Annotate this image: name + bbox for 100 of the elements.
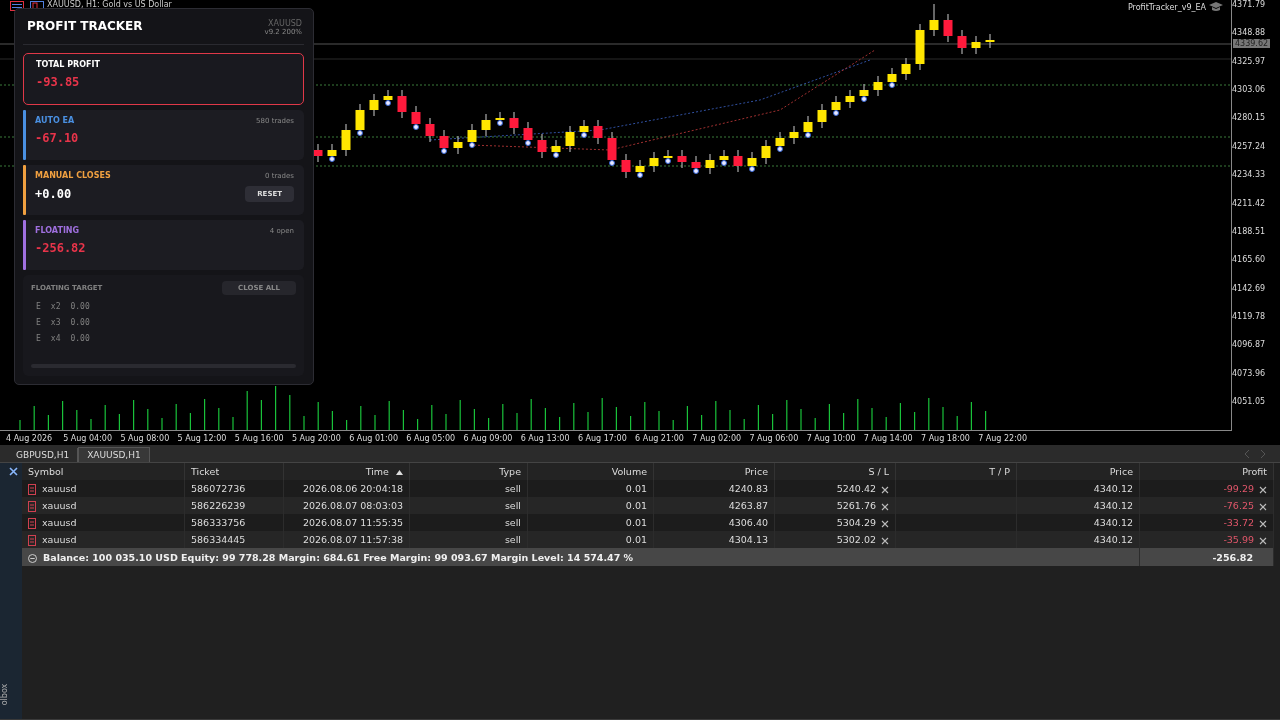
table-cell: 5302.02 [836,534,876,545]
price-tick: 4211.42 [1232,198,1266,208]
price-tick: 4325.97 [1232,56,1266,66]
candle [509,111,519,135]
close-icon[interactable] [881,502,889,511]
candle [439,129,449,155]
time-label: 7 Aug 10:00 [806,433,857,443]
table-cell: -99.29 [1223,483,1254,494]
time-label: 7 Aug 06:00 [749,433,800,443]
price-tick: 4348.88 [1232,28,1266,38]
card-label: AUTO EA [35,116,75,125]
profit-value: -256.82 [35,241,86,255]
candle [355,103,365,137]
candle [789,125,799,145]
price-tick: 4303.06 [1232,85,1266,95]
table-cell: xauusd [42,533,77,545]
time-label: 7 Aug 14:00 [863,433,914,443]
candle [733,149,743,173]
account-summary: Balance: 100 035.10 USD Equity: 99 778.28 Margin: 684.61 Free Margin: 99 093.67 Margin Level: 14 574.47 % [43,551,634,563]
price-tick: 4073.96 [1232,368,1266,378]
close-icon[interactable] [881,536,889,545]
column-header[interactable]: Type [409,463,528,480]
time-label: 5 Aug 08:00 [120,433,171,443]
target-multiplier: x3 [50,318,61,327]
table-cell: 2026.08.07 08:03:03 [302,500,403,511]
column-header[interactable]: Price [653,463,775,480]
column-header[interactable]: Volume [527,463,654,480]
price-tick: 4096.87 [1232,340,1266,350]
table-cell: 0.01 [625,534,647,545]
candle [761,139,771,165]
profit-value: -93.85 [36,75,80,89]
table-cell: xauusd [42,516,77,528]
time-label: 6 Aug 09:00 [463,433,514,443]
candle [425,117,435,143]
candle [649,151,659,173]
column-header[interactable]: Time [283,463,410,480]
profit-value: -67.10 [35,131,79,145]
candle [593,119,603,145]
column-header[interactable]: S / L [774,463,896,480]
close-icon[interactable] [1259,502,1267,511]
sort-ascending-icon [396,470,403,475]
table-cell: 0.01 [625,483,647,494]
time-label: 7 Aug 02:00 [692,433,743,443]
collapse-icon[interactable] [28,553,37,563]
target-value: 0.00 [70,318,90,327]
close-icon[interactable] [1259,485,1267,494]
total-profit: -256.82 [1212,551,1253,563]
candle [369,93,379,117]
table-cell: sell [504,483,521,494]
column-header[interactable]: Symbol [22,463,185,480]
time-label: 5 Aug 12:00 [177,433,228,443]
table-cell: xauusd [42,482,77,494]
table-cell: 586333756 [191,517,246,528]
close-icon[interactable] [1259,519,1267,528]
time-label: 7 Aug 22:00 [978,433,1029,443]
table-cell: 4340.12 [1093,517,1133,528]
price-tick: 4234.33 [1232,170,1266,180]
column-header[interactable]: Ticket [184,463,284,480]
target-marker: E [36,318,41,327]
close-icon[interactable] [9,467,18,476]
target-multiplier: x2 [50,302,61,311]
candle [929,3,939,37]
table-cell: 5240.42 [836,483,876,494]
column-header[interactable]: Profit [1139,463,1274,480]
price-tick: 4142.69 [1232,283,1266,293]
document-icon [28,500,36,512]
price-tick: 4188.51 [1232,226,1266,236]
table-cell: 586072736 [191,483,246,494]
table-cell: 4340.12 [1093,500,1133,511]
candle [691,155,701,175]
document-icon [28,517,36,529]
chart-tab[interactable]: XAUUSD,H1 [78,447,150,462]
close-icon[interactable] [1259,536,1267,545]
time-label: 6 Aug 01:00 [349,433,399,443]
profit-value: +0.00 [35,187,72,201]
price-tick: 4119.78 [1232,311,1266,321]
table-cell: 0.01 [625,517,647,528]
candle [873,75,883,97]
candle [705,153,715,175]
candle [551,139,561,159]
candle [943,13,953,43]
close-icon[interactable] [881,519,889,528]
table-cell: 5304.29 [836,517,876,528]
table-cell: 586334445 [191,534,246,545]
candle [901,57,911,81]
column-header[interactable]: T / P [895,463,1017,480]
candle [453,135,463,155]
candle [607,131,617,167]
column-header[interactable]: Price [1016,463,1140,480]
price-tick: 4280.15 [1232,113,1266,123]
table-cell: 4304.13 [728,534,768,545]
candle [621,153,631,179]
table-cell: xauusd [42,499,77,511]
candle [397,89,407,119]
target-value: 0.00 [70,334,90,343]
candle [803,115,813,139]
candle [845,89,855,109]
price-tick: 4165.60 [1232,255,1266,265]
table-cell: 2026.08.06 20:04:18 [302,483,403,494]
close-icon[interactable] [881,485,889,494]
